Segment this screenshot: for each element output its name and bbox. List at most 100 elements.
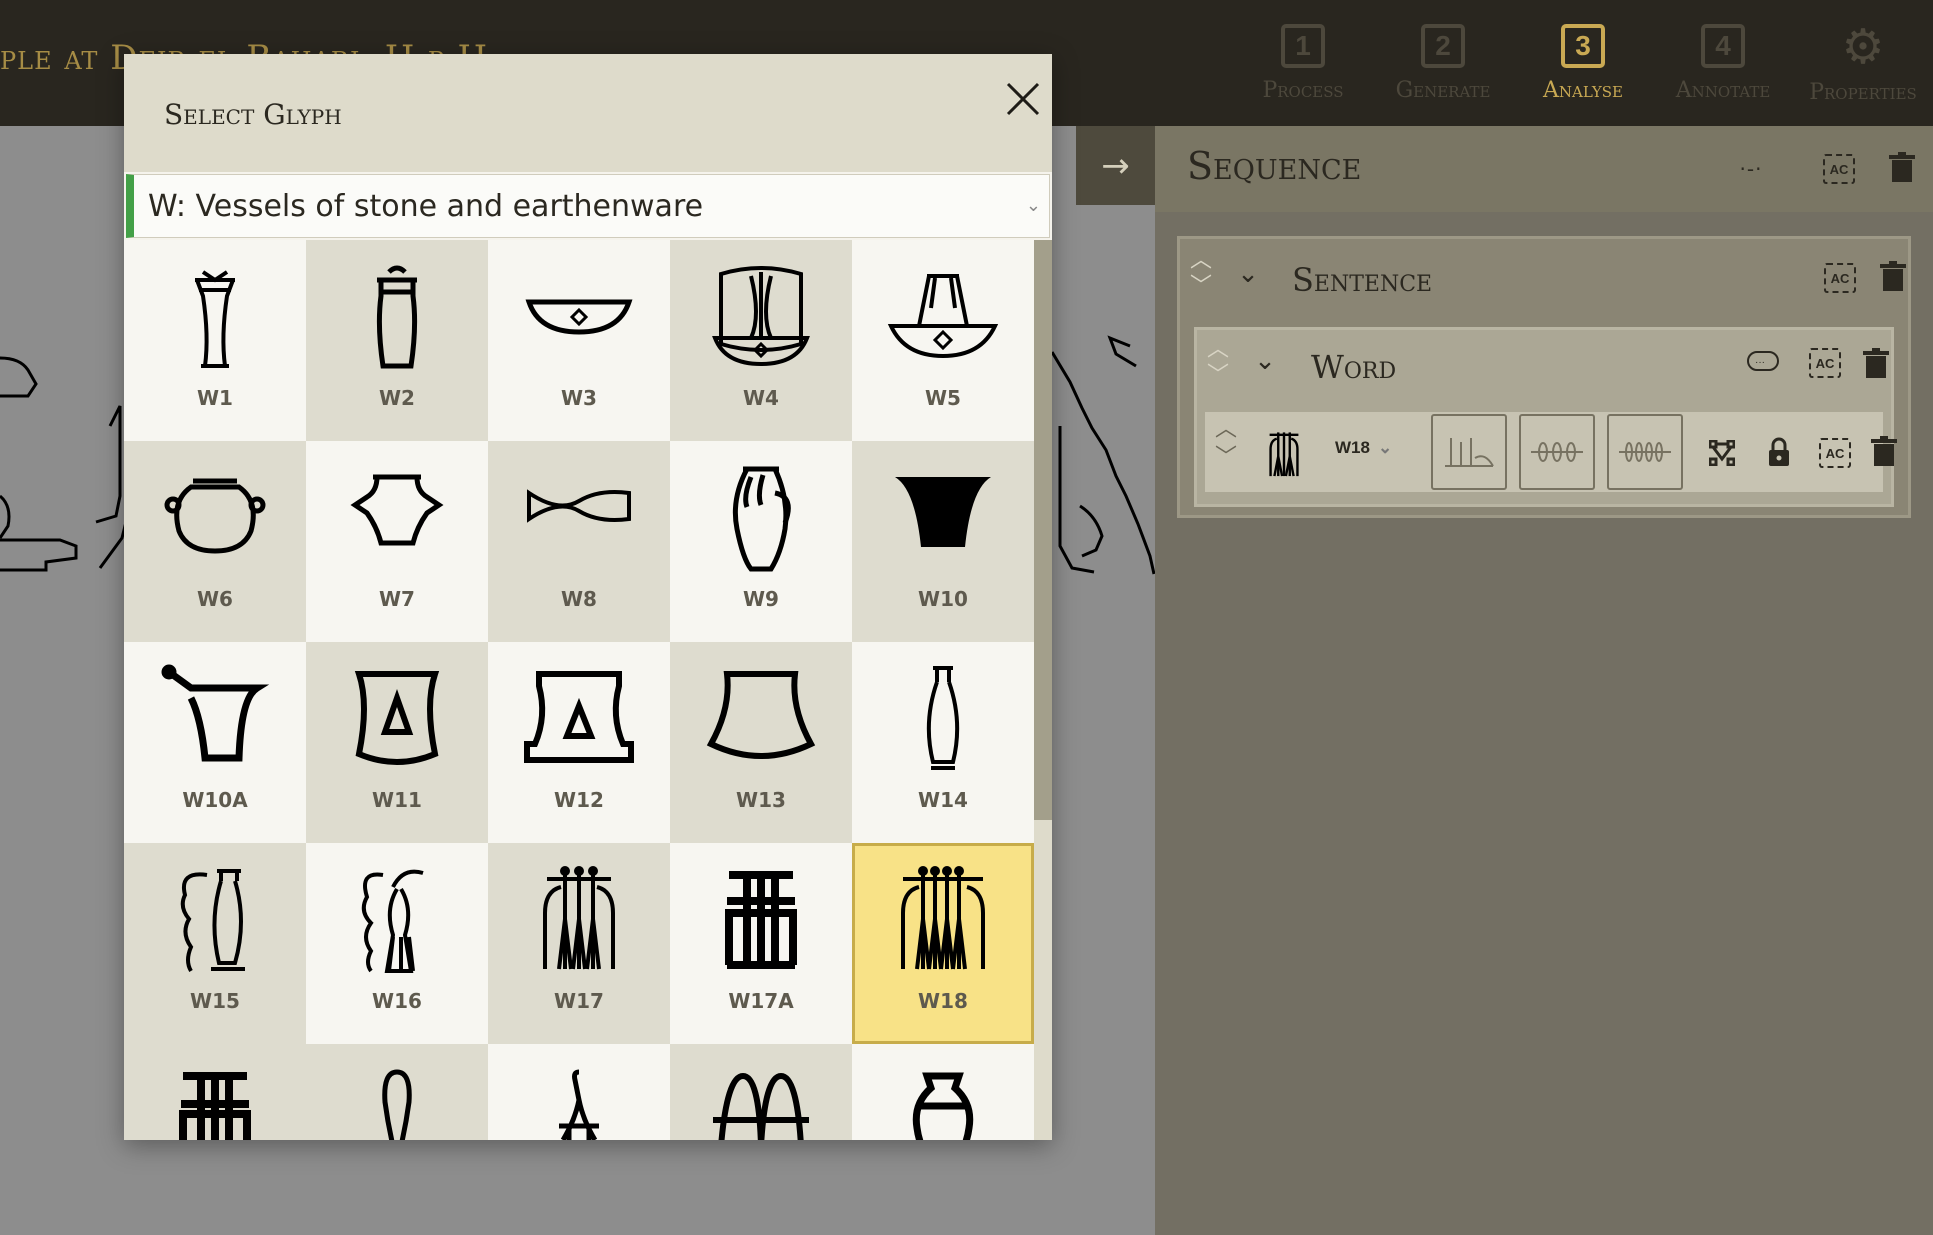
glyph-code: W15 [190, 989, 240, 1013]
glyph-w18-icon [901, 866, 985, 970]
glyph-cell[interactable] [124, 1044, 306, 1140]
glyph-cell-w18[interactable]: W18 [852, 843, 1034, 1044]
glyph-code-dropdown[interactable]: W18 ⌄ [1335, 438, 1392, 458]
trash-icon[interactable] [1880, 261, 1906, 291]
glyph-cell-w1[interactable]: W1 [124, 240, 306, 441]
svg-text:···: ··· [1755, 357, 1765, 368]
glyph-w3-icon [525, 299, 633, 335]
step-generate[interactable]: 2 Generate [1373, 0, 1513, 126]
dialog-title: Select Glyph [164, 98, 342, 131]
glyph-w23-icon [912, 1072, 974, 1140]
split-icon[interactable] [1707, 438, 1737, 468]
glyph-code: W17A [728, 989, 794, 1013]
glyph-variant-2[interactable] [1519, 414, 1595, 490]
step-label: Generate [1395, 77, 1491, 103]
glyph-w13-icon [706, 671, 816, 759]
comment-icon[interactable]: ··· [1747, 350, 1781, 374]
glyph-cell-w17[interactable]: W17 [488, 843, 670, 1044]
ac-icon[interactable]: AC [1809, 348, 1841, 378]
move-up-icon[interactable]: ︿ [1215, 418, 1237, 440]
step-number: 4 [1701, 23, 1745, 68]
category-select[interactable]: W: Vessels of stone and earthenware ⌄ [126, 174, 1050, 238]
glyph-variant-1[interactable] [1431, 414, 1507, 490]
glyph-grid: W1 W2 W3 W4 W5 W6 W7 W8 W9 W10 W10A W11 … [124, 240, 1034, 1140]
trash-icon[interactable] [1871, 436, 1897, 466]
glyph-code: W13 [736, 788, 786, 812]
glyph-code: W1 [197, 386, 233, 410]
step-properties[interactable]: ⚙ Properties [1793, 0, 1933, 126]
glyph-cell-w10[interactable]: W10 [852, 441, 1034, 642]
collapse-panel-button[interactable]: → [1076, 126, 1155, 205]
step-process[interactable]: 1 Process [1233, 0, 1373, 126]
lock-icon[interactable] [1765, 436, 1793, 468]
glyph-cell-w11[interactable]: W11 [306, 642, 488, 843]
ac-icon[interactable]: AC [1824, 263, 1856, 293]
grid-scrollbar[interactable] [1034, 240, 1052, 1140]
ac-icon[interactable]: AC [1823, 154, 1855, 184]
glyph-row: ︿ ﹀ W18 ⌄ AC [1205, 412, 1897, 492]
glyph-cell-w3[interactable]: W3 [488, 240, 670, 441]
glyph-cell-w8[interactable]: W8 [488, 441, 670, 642]
close-button[interactable] [998, 74, 1048, 124]
glyph-cell[interactable] [306, 1044, 488, 1140]
glyph-w1-icon [195, 270, 235, 368]
glyph-w12-icon [524, 671, 634, 763]
sentence-label: Sentence [1292, 261, 1433, 299]
trash-icon[interactable] [1863, 348, 1889, 378]
glyph-cell-w16[interactable]: W16 [306, 843, 488, 1044]
arrow-right-icon: → [1101, 145, 1130, 186]
glyph-cell-w10a[interactable]: W10A [124, 642, 306, 843]
glyph-cell-w9[interactable]: W9 [670, 441, 852, 642]
move-down-icon[interactable]: ﹀ [1190, 275, 1212, 297]
glyph-cell-w15[interactable]: W15 [124, 843, 306, 1044]
chevron-down-icon[interactable]: ⌄ [1249, 346, 1281, 376]
ac-icon[interactable]: AC [1819, 438, 1851, 468]
trash-icon[interactable] [1889, 152, 1915, 182]
glyph-code: W12 [554, 788, 604, 812]
step-analyse[interactable]: 3 Analyse [1513, 0, 1653, 126]
step-annotate[interactable]: 4 Annotate [1653, 0, 1793, 126]
glyph-cell-w12[interactable]: W12 [488, 642, 670, 843]
glyph-cell[interactable] [670, 1044, 852, 1140]
glyph-w9-icon [732, 466, 791, 572]
glyph-code: W10A [182, 788, 248, 812]
glyph-w4-icon [712, 266, 810, 367]
glyph-code: W17 [554, 989, 604, 1013]
glyph-cell-w6[interactable]: W6 [124, 441, 306, 642]
glyph-code: W7 [379, 587, 415, 611]
glyph-cell-w14[interactable]: W14 [852, 642, 1034, 843]
move-up-icon[interactable]: ︿ [1207, 338, 1229, 360]
glyph-code: W6 [197, 587, 233, 611]
ellipsis-icon[interactable]: ·-· [1733, 154, 1769, 184]
glyph-w10-icon [895, 477, 991, 547]
glyph-code: W2 [379, 386, 415, 410]
sequence-header: Sequence ·-· AC [1155, 126, 1933, 212]
word-block: ︿ ﹀ ⌄ Word ··· AC ︿ ﹀ W18 ⌄ AC [1194, 327, 1897, 507]
glyph-cell-w4[interactable]: W4 [670, 240, 852, 441]
glyph-w17a-icon [725, 871, 797, 969]
chevron-down-icon[interactable]: ⌄ [1232, 259, 1264, 289]
step-label: Process [1262, 77, 1344, 103]
glyph-cell[interactable] [488, 1044, 670, 1140]
glyph-w15-icon [180, 869, 245, 973]
glyph-variant-3[interactable] [1607, 414, 1683, 490]
glyph-cell-w2[interactable]: W2 [306, 240, 488, 441]
glyph-w18-icon[interactable] [1259, 430, 1309, 478]
select-glyph-dialog: Select Glyph W: Vessels of stone and ear… [124, 54, 1052, 1140]
glyph-w10a-icon [161, 664, 270, 762]
move-up-icon[interactable]: ︿ [1190, 249, 1212, 271]
glyph-cell-w7[interactable]: W7 [306, 441, 488, 642]
move-down-icon[interactable]: ﹀ [1207, 364, 1229, 386]
glyph-cell-w5[interactable]: W5 [852, 240, 1034, 441]
scrollbar-thumb[interactable] [1034, 240, 1052, 820]
glyph-w19-icon [179, 1072, 251, 1140]
dialog-header: Select Glyph [124, 54, 1052, 172]
glyph-cell-w13[interactable]: W13 [670, 642, 852, 843]
glyph-code: W4 [743, 386, 779, 410]
glyph-w8-icon [527, 489, 631, 523]
move-down-icon[interactable]: ﹀ [1215, 446, 1237, 468]
glyph-w16-icon [361, 869, 424, 973]
glyph-grid-viewport[interactable]: W1 W2 W3 W4 W5 W6 W7 W8 W9 W10 W10A W11 … [124, 240, 1052, 1140]
glyph-cell-w17a[interactable]: W17A [670, 843, 852, 1044]
glyph-cell[interactable] [852, 1044, 1034, 1140]
